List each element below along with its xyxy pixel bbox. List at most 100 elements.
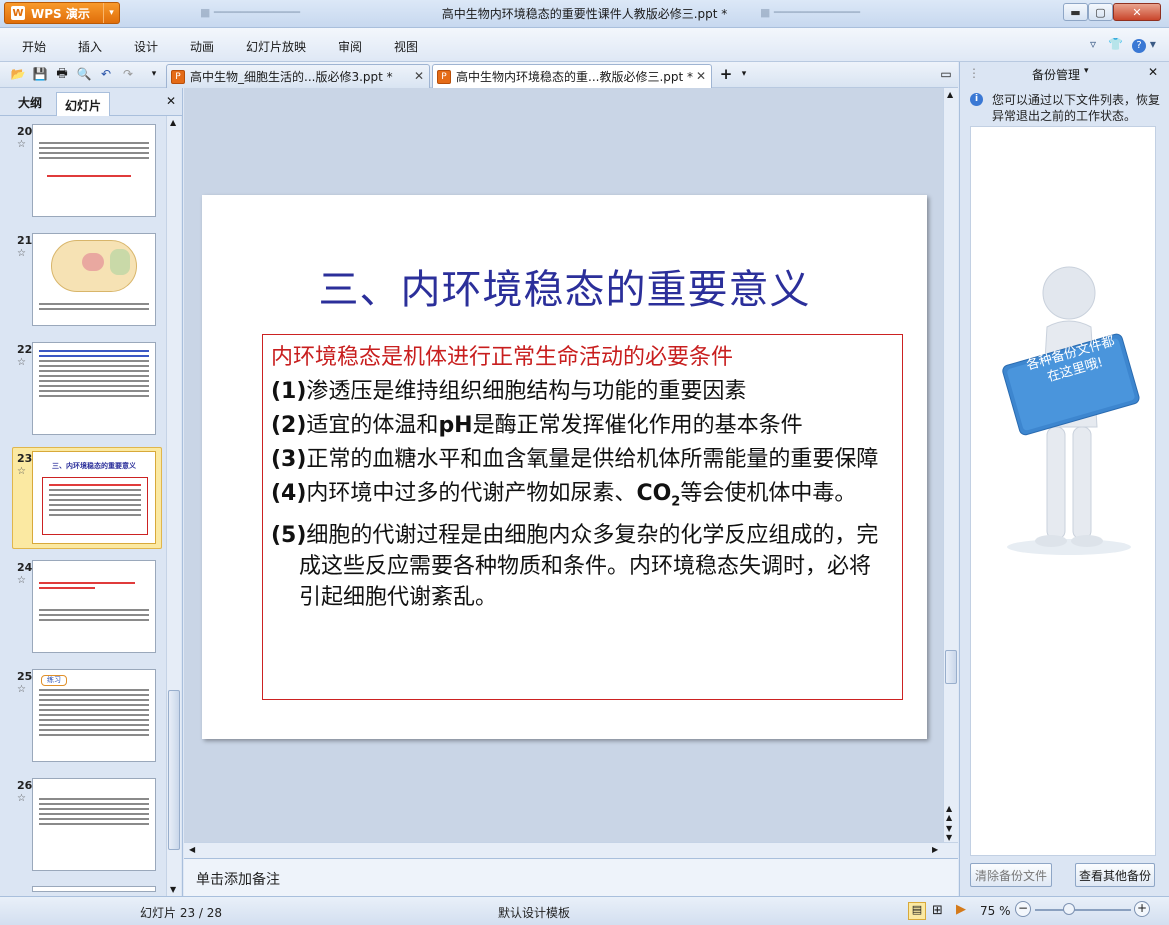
- menu-view[interactable]: 视图: [394, 38, 418, 55]
- notes-pane[interactable]: 单击添加备注: [184, 858, 958, 896]
- scroll-down-icon[interactable]: ▼: [170, 885, 176, 894]
- menu-animation[interactable]: 动画: [190, 38, 214, 55]
- thumb-practice-label: 练习: [41, 675, 67, 686]
- slide-thumbnail-26[interactable]: [32, 778, 156, 871]
- slide-number: 22: [17, 343, 33, 356]
- slide-number: 20: [17, 125, 33, 138]
- animation-star-icon: ☆: [17, 357, 26, 368]
- menu-slideshow[interactable]: 幻灯片放映: [246, 38, 306, 55]
- menu-review[interactable]: 审阅: [338, 38, 362, 55]
- zoom-slider-handle[interactable]: [1063, 903, 1075, 915]
- zoom-level[interactable]: 75 %: [980, 904, 1011, 918]
- slide-number: 26: [17, 779, 33, 792]
- panel-title[interactable]: 备份管理: [1032, 66, 1080, 83]
- zoom-out-icon[interactable]: −: [1015, 901, 1031, 917]
- menu-design[interactable]: 设计: [134, 38, 158, 55]
- wps-app-menu-button[interactable]: W WPS 演示 ▾: [4, 2, 120, 24]
- panel-tabs: 大纲 幻灯片 ✕: [0, 88, 183, 116]
- wps-logo-icon: W: [11, 6, 25, 20]
- slide-thumbnail-20[interactable]: [32, 124, 156, 217]
- scrollbar-thumb[interactable]: [945, 650, 957, 684]
- quick-toolbar: 📂 💾 🖶 🔍 ↶ ↷ ▾ P 高中生物_细胞生活的...版必修3.ppt * …: [0, 62, 958, 88]
- notes-placeholder[interactable]: 单击添加备注: [196, 869, 280, 889]
- doc-tab-1[interactable]: P 高中生物_细胞生活的...版必修3.ppt * ✕: [166, 64, 430, 88]
- chevron-down-icon: ▾: [103, 3, 119, 23]
- current-slide[interactable]: 三、内环境稳态的重要意义 内环境稳态是机体进行正常生命活动的必要条件 (1)渗透…: [202, 195, 927, 739]
- scroll-right-icon[interactable]: ▶: [932, 845, 938, 854]
- backup-info: i 您可以通过以下文件列表，恢复异常退出之前的工作状态。: [970, 92, 1160, 124]
- sorter-view-icon[interactable]: ⊞: [932, 903, 943, 918]
- canvas-hscrollbar[interactable]: ◀ ▶: [184, 842, 958, 858]
- slide-number: 25: [17, 670, 33, 683]
- help-icon[interactable]: ? ▾: [1132, 37, 1156, 53]
- open-folder-icon[interactable]: 📂: [10, 66, 26, 82]
- ribbon-collapse-icon[interactable]: ▿: [1090, 37, 1096, 51]
- toolbar-customize-icon[interactable]: ▾: [146, 66, 162, 82]
- normal-view-icon[interactable]: ▤: [908, 902, 926, 920]
- slide-thumbnail-27[interactable]: [32, 886, 156, 892]
- minimize-button[interactable]: ▬: [1063, 3, 1088, 21]
- slides-scrollbar[interactable]: ▲ ▼: [166, 116, 181, 896]
- ghost-tab-1: ■ ━━━━━━━━━━━━━: [200, 6, 300, 19]
- scroll-up-icon[interactable]: ▲: [947, 90, 953, 99]
- slideshow-view-icon[interactable]: ▶: [956, 902, 966, 917]
- print-icon[interactable]: 🖶: [54, 66, 70, 82]
- slide-thumbnail-25[interactable]: 练习: [32, 669, 156, 762]
- slide-content-box[interactable]: 内环境稳态是机体进行正常生命活动的必要条件 (1)渗透压是维持组织细胞结构与功能…: [262, 334, 903, 700]
- tab-list-icon[interactable]: ▾: [736, 66, 752, 82]
- thumb-title: 三、内环境稳态的重要意义: [52, 462, 136, 470]
- app-button-label: WPS 演示: [31, 6, 90, 21]
- slide-thumbnail-21[interactable]: [32, 233, 156, 326]
- info-text: 您可以通过以下文件列表，恢复异常退出之前的工作状态。: [992, 93, 1161, 123]
- chevron-down-icon[interactable]: ▾: [1084, 66, 1089, 76]
- doc-tab-2[interactable]: P 高中生物内环境稳态的重...教版必修三.ppt * ✕: [432, 64, 712, 88]
- canvas-vscrollbar[interactable]: ▲ ▲ ▲ ▼ ▼: [943, 88, 958, 842]
- tab-slides[interactable]: 幻灯片: [56, 92, 111, 116]
- cell-diagram: [51, 240, 137, 292]
- new-tab-icon[interactable]: +: [718, 65, 734, 83]
- menu-insert[interactable]: 插入: [78, 38, 102, 55]
- animation-star-icon: ☆: [17, 139, 26, 150]
- zoom-slider[interactable]: [1035, 909, 1131, 911]
- list-item: (4)内环境中过多的代谢产物如尿素、CO2等会使机体中毒。: [271, 481, 857, 510]
- animation-star-icon: ☆: [17, 684, 26, 695]
- close-panel-icon[interactable]: ✕: [1148, 65, 1158, 79]
- prev-slide-icon[interactable]: ▲ ▲: [946, 804, 952, 822]
- backup-file-list[interactable]: 各种备份文件都在这里哦!: [970, 126, 1156, 856]
- ppt-file-icon: P: [437, 69, 451, 84]
- slide-thumbnail-22[interactable]: [32, 342, 156, 435]
- scroll-left-icon[interactable]: ◀: [189, 845, 195, 854]
- close-tab-icon[interactable]: ✕: [696, 69, 706, 83]
- redo-icon[interactable]: ↷: [120, 66, 136, 82]
- backup-mascot-illustration: [1002, 266, 1140, 555]
- next-slide-icon[interactable]: ▼ ▼: [946, 824, 952, 842]
- animation-star-icon: ☆: [17, 248, 26, 259]
- info-icon: i: [970, 93, 983, 106]
- animation-star-icon: ☆: [17, 793, 26, 804]
- skin-icon[interactable]: 👕: [1108, 37, 1123, 51]
- slide-thumbnail-24[interactable]: [32, 560, 156, 653]
- view-other-backups-button[interactable]: 查看其他备份: [1075, 863, 1155, 887]
- list-item: (5)细胞的代谢过程是由细胞内众多复杂的化学反应组成的，完成这些反应需要各种物质…: [271, 523, 879, 611]
- clear-backup-button[interactable]: 清除备份文件: [970, 863, 1052, 887]
- slide-thumbnail-23[interactable]: 三、内环境稳态的重要意义: [32, 451, 156, 544]
- zoom-in-icon[interactable]: +: [1134, 901, 1150, 917]
- slide-title[interactable]: 三、内环境稳态的重要意义: [202, 257, 927, 315]
- print-preview-icon[interactable]: 🔍: [76, 66, 92, 82]
- tab-outline[interactable]: 大纲: [18, 94, 42, 111]
- undo-icon[interactable]: ↶: [98, 66, 114, 82]
- menu-home[interactable]: 开始: [22, 38, 46, 55]
- close-window-button[interactable]: ✕: [1113, 3, 1161, 21]
- maximize-button[interactable]: ▢: [1088, 3, 1113, 21]
- close-tab-icon[interactable]: ✕: [414, 69, 424, 83]
- list-item: (3)正常的血糖水平和血含氧量是供给机体所需能量的重要保障: [271, 447, 879, 472]
- backup-panel-header: ⋮ 备份管理 ▾ ✕: [960, 62, 1169, 86]
- scroll-up-icon[interactable]: ▲: [170, 118, 176, 127]
- slide-number: 23: [17, 452, 33, 465]
- scrollbar-thumb[interactable]: [168, 690, 180, 850]
- animation-star-icon: ☆: [17, 466, 26, 477]
- save-icon[interactable]: 💾: [32, 66, 48, 82]
- panel-layout-icon[interactable]: ▭: [938, 66, 954, 82]
- thumb-box: [42, 477, 148, 535]
- close-panel-icon[interactable]: ✕: [166, 94, 176, 108]
